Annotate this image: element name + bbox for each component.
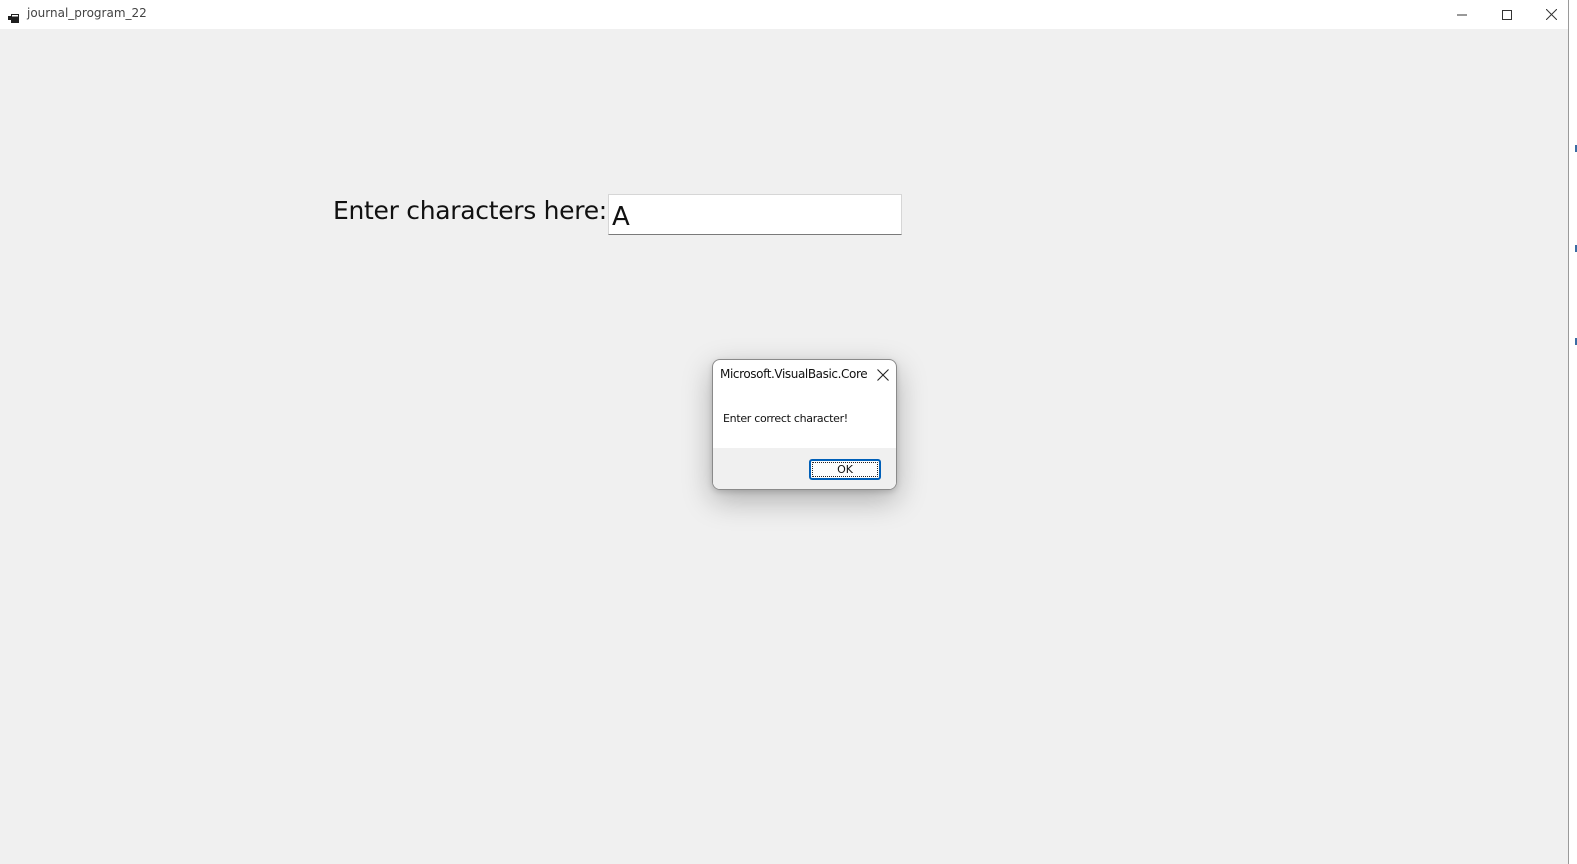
message-box: Microsoft.VisualBasic.Core Enter correct… xyxy=(712,359,897,490)
minimize-button[interactable] xyxy=(1439,0,1484,29)
dialog-button-bar: OK xyxy=(713,448,896,489)
app-window-icon xyxy=(8,8,19,23)
focus-rectangle xyxy=(812,462,878,477)
characters-input[interactable] xyxy=(608,194,902,235)
dialog-close-button[interactable] xyxy=(873,365,893,385)
desktop-edge xyxy=(1569,0,1577,864)
close-icon xyxy=(877,366,889,385)
close-button[interactable] xyxy=(1529,0,1574,29)
characters-label: Enter characters here: xyxy=(333,196,607,225)
dialog-title: Microsoft.VisualBasic.Core xyxy=(720,367,868,381)
maximize-button[interactable] xyxy=(1484,0,1529,29)
dialog-message: Enter correct character! xyxy=(723,412,848,425)
minimize-icon xyxy=(1456,5,1467,24)
close-icon xyxy=(1545,5,1558,24)
title-bar[interactable]: journal_program_22 xyxy=(0,0,1568,29)
ok-button[interactable]: OK xyxy=(809,459,881,480)
maximize-icon xyxy=(1501,5,1512,24)
window-title: journal_program_22 xyxy=(27,6,147,20)
